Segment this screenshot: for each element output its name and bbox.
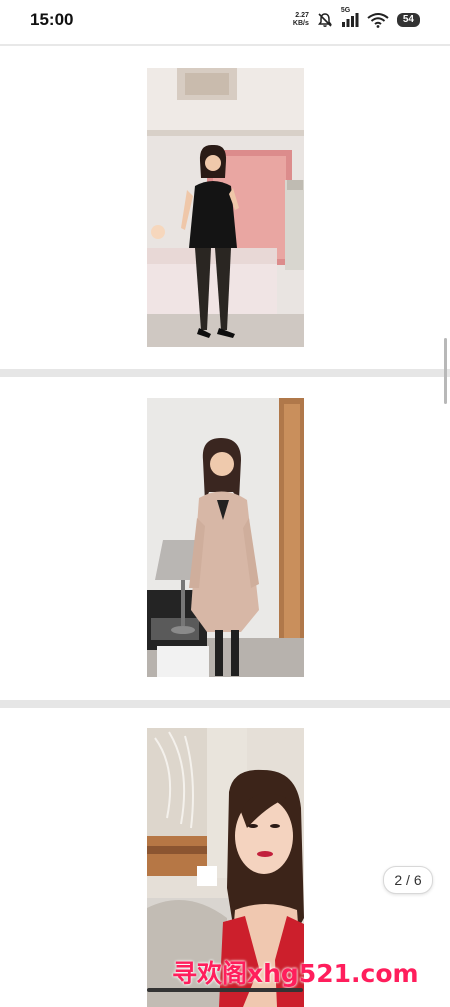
- network-speed-unit: KB/s: [292, 20, 309, 27]
- network-speed-value: 2.27: [295, 12, 309, 19]
- photo-separator: [0, 700, 450, 708]
- battery-icon: 54: [396, 13, 420, 27]
- photo-2[interactable]: [147, 398, 304, 677]
- network-type: 5G: [340, 7, 351, 14]
- watermark-text: 寻欢阁xhg521.com: [172, 959, 419, 988]
- status-bar: 15:00 2.27 KB/s 5G 54: [0, 0, 450, 40]
- wifi-icon: [367, 13, 389, 28]
- woman-black-dress-photo: [147, 68, 304, 347]
- scrollbar-thumb[interactable]: [444, 338, 447, 404]
- woman-beige-trench-coat-photo: [147, 398, 304, 677]
- cellular-signal-icon: [341, 13, 359, 27]
- photo-separator: [0, 369, 450, 377]
- mute-bell-icon: [317, 13, 332, 27]
- header-divider: [0, 44, 450, 46]
- network-speed: 2.27 KB/s: [293, 12, 309, 28]
- status-time: 15:00: [30, 10, 74, 29]
- status-icons: 2.27 KB/s 5G 54: [293, 7, 420, 28]
- photo-1[interactable]: [147, 68, 304, 347]
- page-indicator: 2 / 6: [383, 866, 433, 894]
- home-indicator-bar[interactable]: [147, 988, 303, 992]
- cellular-signal: 5G: [341, 7, 359, 27]
